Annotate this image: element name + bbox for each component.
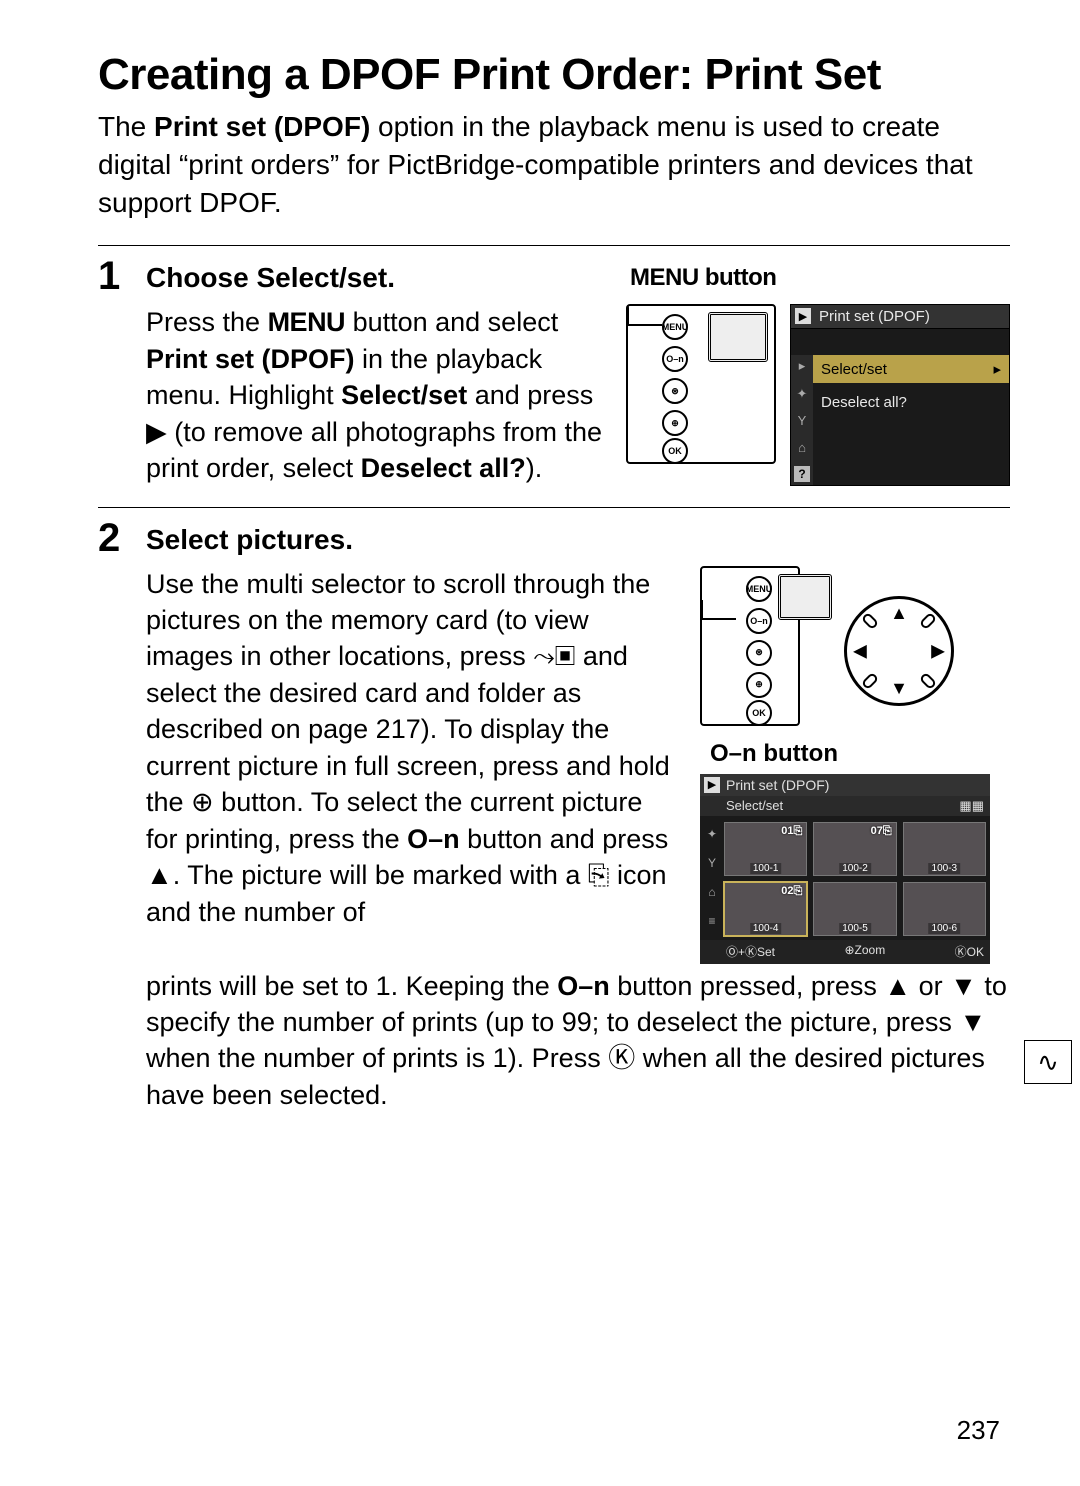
- camera-zoomout-button-icon: ⊛: [662, 378, 688, 404]
- lcd2-sub-text: Select/set: [726, 798, 783, 814]
- arrow-right-icon: ▶: [931, 640, 945, 661]
- lcd2-footer: Ⓞ+ⓀSet ⊕Zoom ⓀOK: [700, 940, 990, 964]
- thumbnail: 100-6: [903, 882, 986, 936]
- menu-button-caption: MENU button: [630, 264, 1010, 300]
- lcd-thumbnails-screenshot: ▶ Print set (DPOF) Select/set ▦▦ ✦Y⌂≡ 01…: [700, 774, 990, 964]
- page-title: Creating a DPOF Print Order: Print Set: [98, 50, 1010, 100]
- thumbnail-grid: 01⎘100-107⎘100-2100-3 02⎘100-4100-5100-6: [724, 822, 986, 936]
- card-icons: ▦▦: [959, 798, 984, 814]
- thumbnail: 07⎘100-2: [813, 822, 896, 876]
- lcd-title-text: Print set (DPOF): [819, 308, 930, 325]
- camera-screen-rect: [778, 574, 832, 620]
- lcd-item-selectset: Select/set ▸: [813, 355, 1009, 383]
- camera-on-button-icon: O–n: [746, 608, 772, 634]
- camera-back-diagram-2: MENU O–n ⊛ ⊕ OK: [700, 566, 830, 726]
- camera-ok-button-icon: OK: [662, 438, 688, 464]
- step-2-continuation: prints will be set to 1. Keeping the O–n…: [146, 968, 1010, 1114]
- chevron-right-icon: ▸: [993, 360, 1001, 378]
- camera-zoomin-button-icon: ⊕: [746, 672, 772, 698]
- thumbnail: 02⎘100-4: [724, 882, 807, 936]
- camera-zoomout-button-icon: ⊛: [746, 640, 772, 666]
- step-2-number: 2: [98, 518, 128, 558]
- lcd2-sidebar-icons: ✦Y⌂≡: [702, 820, 722, 936]
- lcd-item-deselect: Deselect all?: [813, 389, 1009, 416]
- camera-ok-button-icon: OK: [746, 700, 772, 726]
- playback-icon: ▶: [704, 777, 720, 793]
- step-2-body: Use the multi selector to scroll through…: [146, 566, 680, 964]
- step-1-title: Choose Select/set.: [146, 262, 395, 294]
- camera-screen-rect: [708, 312, 768, 362]
- multi-selector-diagram: ▲ ▼ ◀ ▶: [844, 596, 954, 706]
- thumbnail: 100-3: [903, 822, 986, 876]
- step-1-number: 1: [98, 256, 128, 296]
- on-button-caption: O–n button: [710, 740, 1010, 768]
- camera-back-diagram: MENU O–n ⊛ ⊕ OK: [626, 304, 776, 464]
- lcd2-title-text: Print set (DPOF): [726, 777, 829, 793]
- camera-menu-button-icon: MENU: [662, 314, 688, 340]
- pointer-line: [702, 618, 736, 620]
- arrow-left-icon: ◀: [853, 640, 867, 661]
- step-2: 2 Select pictures. Use the multi selecto…: [98, 518, 1010, 1114]
- lcd-title: ▶ Print set (DPOF): [791, 305, 1009, 329]
- section-tab-icon: ∿: [1024, 1040, 1072, 1084]
- arrow-up-icon: ▲: [890, 603, 908, 624]
- playback-icon: ▶: [795, 308, 811, 324]
- thumbnail: 01⎘100-1: [724, 822, 807, 876]
- step-1-body: Press the MENU button and select Print s…: [146, 304, 606, 486]
- step-1: 1 Choose Select/set. MENU button Press t…: [98, 256, 1010, 486]
- camera-on-button-icon: O–n: [662, 346, 688, 372]
- intro-text: The Print set (DPOF) option in the playb…: [98, 108, 1010, 221]
- camera-menu-button-icon: MENU: [746, 576, 772, 602]
- pointer-line: [628, 324, 662, 326]
- divider: [98, 245, 1010, 246]
- camera-zoomin-button-icon: ⊕: [662, 410, 688, 436]
- step-2-title: Select pictures.: [146, 524, 1010, 556]
- page-number: 237: [957, 1415, 1000, 1446]
- lcd-menu-screenshot: ▶ Print set (DPOF) ▸✦Y⌂≡ Select/set ▸: [790, 304, 1010, 486]
- arrow-down-icon: ▼: [890, 678, 908, 699]
- help-icon: ?: [794, 466, 810, 482]
- thumbnail: 100-5: [813, 882, 896, 936]
- divider: [98, 507, 1010, 508]
